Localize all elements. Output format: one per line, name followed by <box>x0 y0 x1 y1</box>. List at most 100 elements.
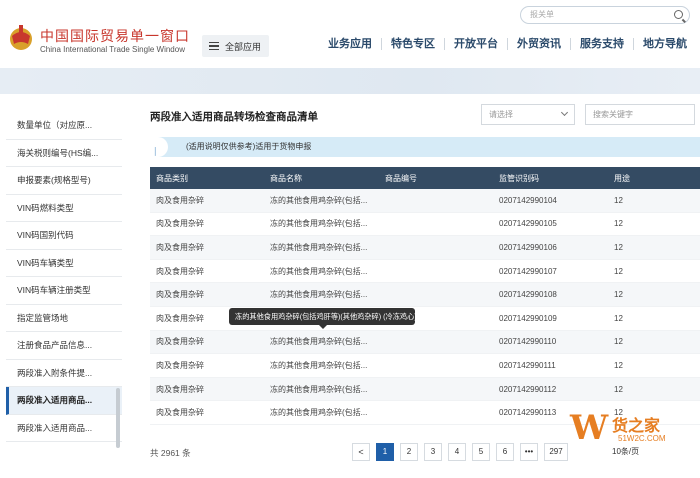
cell-name: 冻的其他食用鸡杂碎(包括... <box>270 219 368 229</box>
table-header: 商品类别 商品名称 商品编号 监管识别码 用途 <box>150 167 700 189</box>
table-body: 肉及食用杂碎 冻的其他食用鸡杂碎(包括... 0207142990104 12 … <box>150 189 700 425</box>
nav-item-featured[interactable]: 特色专区 <box>382 38 445 50</box>
sidebar-item[interactable]: VIN码车辆注册类型 <box>6 277 122 305</box>
info-icon: ∣ <box>150 137 168 157</box>
cell-name: 冻的其他食用鸡杂碎(包括... <box>270 384 368 394</box>
nav-item-open-platform[interactable]: 开放平台 <box>445 38 508 50</box>
sidebar-scrollbar[interactable] <box>116 388 120 448</box>
global-search-input[interactable]: 报关单 <box>520 6 690 24</box>
cell-category: 肉及食用杂碎 <box>156 290 204 300</box>
cell-name: 冻的其他食用鸡杂碎(包括... <box>270 266 368 276</box>
cell-regulatory-code: 0207142990106 <box>499 242 557 252</box>
column-header: 商品名称 <box>270 173 302 183</box>
cell-usage: 12 <box>614 266 623 276</box>
logo-title[interactable]: 中国国际贸易单一窗口 <box>40 26 190 46</box>
page-button-2[interactable]: 2 <box>400 443 418 461</box>
table-row[interactable]: 肉及食用杂碎 冻的其他食用鸡杂碎(包括... 0207142990110 12 <box>150 330 700 355</box>
cell-usage: 12 <box>614 195 623 205</box>
cell-usage: 12 <box>614 360 623 370</box>
keyword-search-placeholder: 搜索关键字 <box>593 110 633 119</box>
sidebar-item[interactable]: 数量单位（对应原... <box>6 112 122 140</box>
cell-usage: 12 <box>614 219 623 229</box>
cell-regulatory-code: 0207142990105 <box>499 219 557 229</box>
page-button-1[interactable]: 1 <box>376 443 394 461</box>
cell-usage: 12 <box>614 313 623 323</box>
column-header: 商品类别 <box>156 173 188 183</box>
page-button-4[interactable]: 4 <box>448 443 466 461</box>
nav-item-support[interactable]: 服务支持 <box>571 38 634 50</box>
cell-usage: 12 <box>614 290 623 300</box>
logo-subtitle: China International Trade Single Window <box>40 45 185 54</box>
sidebar-item[interactable]: 海关税则编号(HS编... <box>6 140 122 167</box>
cell-regulatory-code: 0207142990110 <box>499 337 557 347</box>
sidebar-item[interactable]: 申报要素(规格型号) <box>6 167 122 195</box>
sidebar-item[interactable]: 两段准入附条件提... <box>6 360 122 387</box>
sidebar: 数量单位（对应原... 海关税则编号(HS编... 申报要素(规格型号) VIN… <box>6 112 122 442</box>
watermark: W 货之家 51W2C.COM <box>570 408 695 453</box>
sidebar-item[interactable]: VIN码车辆类型 <box>6 250 122 277</box>
page-button-5[interactable]: 5 <box>472 443 490 461</box>
sidebar-item[interactable]: 指定监管场地 <box>6 305 122 332</box>
search-icon[interactable] <box>674 10 683 19</box>
table-row[interactable]: 肉及食用杂碎 冻的其他食用鸡杂碎(包括... 0207142990112 12 <box>150 377 700 402</box>
cell-usage: 12 <box>614 337 623 347</box>
page-button-6[interactable]: 6 <box>496 443 514 461</box>
table-row[interactable]: 肉及食用杂碎 冻的其他食用鸡杂碎(包括... 0207142990104 12 <box>150 189 700 213</box>
cell-regulatory-code: 0207142990107 <box>499 266 557 276</box>
data-table: 商品类别 商品名称 商品编号 监管识别码 用途 肉及食用杂碎 冻的其他食用鸡杂碎… <box>150 167 700 425</box>
cell-category: 肉及食用杂碎 <box>156 195 204 205</box>
chevron-down-icon <box>560 108 569 117</box>
cell-regulatory-code: 0207142990108 <box>499 290 557 300</box>
nav-item-trade-news[interactable]: 外贸资讯 <box>508 38 571 50</box>
page-button-3[interactable]: 3 <box>424 443 442 461</box>
page-button-last[interactable]: 297 <box>544 443 568 461</box>
cell-name: 冻的其他食用鸡杂碎(包括... <box>270 408 368 418</box>
sidebar-item[interactable]: 两段准入适用商品... <box>6 415 122 442</box>
tooltip: 冻的其他食用鸡杂碎(包括鸡肝等)(其他鸡杂碎) (冷冻鸡心) <box>229 308 415 325</box>
header: 中国国际贸易单一窗口 China International Trade Sin… <box>0 0 700 68</box>
cell-category: 肉及食用杂碎 <box>156 266 204 276</box>
table-row[interactable]: 肉及食用杂碎 冻的其他食用鸡杂碎(包括... 0207142990106 12 <box>150 236 700 260</box>
watermark-logo: W <box>570 408 609 448</box>
cell-regulatory-code: 0207142990111 <box>499 360 556 370</box>
total-count: 共 2961 条 <box>150 448 191 458</box>
category-select[interactable]: 请选择 <box>481 104 575 125</box>
cell-name: 冻的其他食用鸡杂碎(包括... <box>270 290 368 300</box>
cell-category: 肉及食用杂碎 <box>156 242 204 252</box>
prev-page-button[interactable]: < <box>352 443 370 461</box>
table-row[interactable]: 肉及食用杂碎 冻的其他食用鸡杂碎(包括... 0207142990108 12 <box>150 283 700 307</box>
cell-regulatory-code: 0207142990109 <box>499 313 557 323</box>
global-search-placeholder: 报关单 <box>530 10 554 19</box>
nav-item-business[interactable]: 业务应用 <box>328 38 382 50</box>
tooltip-arrow <box>319 325 327 329</box>
table-row[interactable]: 肉及食用杂碎 冻的其他食用鸡杂碎(包括... 0207142990111 12 <box>150 354 700 378</box>
table-row[interactable]: 肉及食用杂碎 冻的其他食用鸡杂碎(包括... 0207142990105 12 <box>150 213 700 237</box>
sidebar-item-active[interactable]: 两段准入适用商品... <box>6 387 122 415</box>
table-row[interactable]: 肉及食用杂碎 冻的其他食用鸡杂碎(包括... 0207142990107 12 <box>150 260 700 284</box>
cell-regulatory-code: 0207142990104 <box>499 195 557 205</box>
cell-category: 肉及食用杂碎 <box>156 408 204 418</box>
sidebar-item[interactable]: VIN码国别代码 <box>6 222 122 250</box>
ellipsis-button[interactable]: ••• <box>520 443 538 461</box>
sidebar-item[interactable]: 注册食品产品信息... <box>6 332 122 360</box>
cell-name: 冻的其他食用鸡杂碎(包括... <box>270 242 368 252</box>
all-apps-button[interactable]: 全部应用 <box>202 35 269 57</box>
cell-name: 冻的其他食用鸡杂碎(包括... <box>270 337 368 347</box>
logo-icon[interactable] <box>8 22 34 54</box>
watermark-text: 货之家 <box>612 418 661 435</box>
main-nav: 业务应用 特色专区 开放平台 外贸资讯 服务支持 地方导航 <box>328 38 696 50</box>
column-header: 用途 <box>614 173 630 183</box>
column-header: 监管识别码 <box>499 173 539 183</box>
watermark-url: 51W2C.COM <box>618 434 666 443</box>
menu-icon <box>209 42 219 50</box>
notice-text: (适用说明仅供参考)适用于货物申报 <box>186 142 312 151</box>
cell-category: 肉及食用杂碎 <box>156 384 204 394</box>
nav-item-local-nav[interactable]: 地方导航 <box>634 38 696 50</box>
notice-bar: ∣ (适用说明仅供参考)适用于货物申报 <box>150 137 700 157</box>
cell-category: 肉及食用杂碎 <box>156 337 204 347</box>
cell-regulatory-code: 0207142990112 <box>499 384 557 394</box>
keyword-search-input[interactable]: 搜索关键字 <box>585 104 695 125</box>
sidebar-item[interactable]: VIN码燃料类型 <box>6 195 122 222</box>
pagination: < 1 2 3 4 5 6 ••• 297 <box>352 443 568 461</box>
cell-category: 肉及食用杂碎 <box>156 219 204 229</box>
